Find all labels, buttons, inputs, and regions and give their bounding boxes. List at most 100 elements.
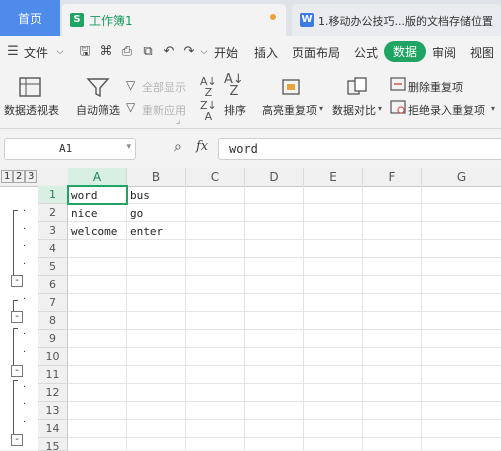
- column-header-e[interactable]: E: [304, 168, 363, 187]
- sort-icon[interactable]: A↓ Z: [224, 73, 244, 98]
- menu-page-layout[interactable]: 页面布局: [292, 44, 340, 61]
- row-header-13[interactable]: 13: [38, 402, 68, 420]
- cell-a3[interactable]: welcome: [71, 225, 117, 238]
- row-header-5[interactable]: 5: [38, 258, 68, 276]
- redo-icon[interactable]: ↷: [182, 45, 196, 59]
- collapse-group-button[interactable]: -: [11, 275, 23, 287]
- row-header-14[interactable]: 14: [38, 420, 68, 438]
- document-icon: W: [300, 13, 314, 27]
- grid-line: [68, 311, 501, 312]
- row-header-9[interactable]: 9: [38, 330, 68, 348]
- sort-ascending-icon[interactable]: A↓ Z: [200, 76, 217, 98]
- expand-icon[interactable]: ⌟: [176, 116, 180, 126]
- pivot-table-button[interactable]: 数据透视表: [4, 102, 59, 118]
- column-header-b[interactable]: B: [127, 168, 186, 187]
- highlight-dropdown-icon[interactable]: ▾: [319, 104, 323, 113]
- unsaved-dot-icon: [270, 14, 276, 20]
- outline-dot: ·: [23, 224, 27, 235]
- filter-icon[interactable]: [86, 76, 110, 98]
- tab-document[interactable]: W 1.移动办公技巧...版的文档存储位置: [292, 4, 501, 36]
- cell-b2[interactable]: go: [130, 207, 143, 220]
- row-header-7[interactable]: 7: [38, 294, 68, 312]
- select-all-corner[interactable]: [38, 168, 69, 187]
- collapse-group-button[interactable]: -: [11, 434, 23, 446]
- reject-duplicates-icon[interactable]: [390, 100, 406, 114]
- row-header-10[interactable]: 10: [38, 348, 68, 366]
- zoom-icon[interactable]: ⌕: [174, 139, 182, 155]
- name-box[interactable]: A1 ▾: [4, 138, 136, 160]
- grid-line: [68, 365, 501, 366]
- collapse-group-button[interactable]: -: [11, 365, 23, 377]
- row-header-15[interactable]: 15: [38, 438, 68, 451]
- save-icon[interactable]: 🖫: [78, 45, 92, 59]
- outline-level-2[interactable]: 2: [13, 170, 26, 183]
- cell-b1[interactable]: bus: [130, 189, 150, 202]
- grid-line: [68, 419, 501, 420]
- hamburger-icon[interactable]: ☰: [6, 45, 20, 59]
- formula-input[interactable]: word: [218, 138, 501, 160]
- row-header-2[interactable]: 2: [38, 204, 68, 222]
- data-compare-icon[interactable]: [346, 76, 368, 98]
- row-header-1[interactable]: 1: [38, 186, 68, 204]
- fx-icon[interactable]: fx: [196, 139, 208, 154]
- autofilter-button[interactable]: 自动筛选: [76, 102, 120, 118]
- column-header-d[interactable]: D: [245, 168, 304, 187]
- reject-dropdown-icon[interactable]: ▾: [491, 104, 495, 113]
- outline-level-3[interactable]: 3: [25, 170, 38, 183]
- row-header-11[interactable]: 11: [38, 366, 68, 384]
- menu-review[interactable]: 审阅: [432, 44, 456, 61]
- column-header-c[interactable]: C: [186, 168, 245, 187]
- show-all-icon: ▽: [126, 78, 136, 92]
- sort-descending-icon[interactable]: Z↓ A: [200, 100, 217, 122]
- pivot-table-icon[interactable]: [18, 76, 42, 98]
- row-header-8[interactable]: 8: [38, 312, 68, 330]
- cell-a2[interactable]: nice: [71, 207, 98, 220]
- tab-workbook[interactable]: S 工作簿1: [62, 4, 286, 36]
- remove-duplicates-icon[interactable]: [390, 77, 406, 91]
- format-painter-icon[interactable]: ⌘: [99, 45, 113, 59]
- row-header-3[interactable]: 3: [38, 222, 68, 240]
- spreadsheet-grid: A B C D E F G 1 2 3 4 5 6 7 8 9 10 11 12…: [38, 168, 501, 451]
- menu-data[interactable]: 数据: [384, 41, 427, 62]
- outline-group-bracket: [13, 328, 18, 365]
- highlight-duplicates-button[interactable]: 高亮重复项: [262, 102, 317, 118]
- row-header-12[interactable]: 12: [38, 384, 68, 402]
- highlight-duplicates-icon[interactable]: [280, 76, 302, 98]
- menu-insert[interactable]: 插入: [254, 44, 278, 61]
- more-chevron-icon[interactable]: ⌵: [197, 45, 211, 59]
- data-compare-button[interactable]: 数据对比: [332, 102, 376, 118]
- outline-dot: ·: [23, 417, 27, 428]
- outline-bar: 1 2 3 - - - - · · · · · · · · · ·: [0, 168, 39, 450]
- column-header-f[interactable]: F: [363, 168, 422, 187]
- cell-b3[interactable]: enter: [130, 225, 163, 238]
- print-preview-icon[interactable]: ⧉: [141, 45, 155, 59]
- tab-workbook-label: 工作簿1: [89, 14, 133, 28]
- formula-content: word: [229, 142, 258, 156]
- undo-icon[interactable]: ↶: [162, 45, 176, 59]
- outline-dot: ·: [23, 241, 27, 252]
- sort-button[interactable]: 排序: [224, 102, 246, 118]
- tab-home[interactable]: 首页: [0, 0, 60, 36]
- menu-view[interactable]: 视图: [470, 44, 494, 61]
- collapse-group-button[interactable]: -: [11, 311, 23, 323]
- grid-line: [421, 186, 422, 450]
- outline-level-1[interactable]: 1: [1, 170, 14, 183]
- menu-bar: ☰ 文件 ⌵ 🖫 ⌘ ⎙ ⧉ ↶ ↷ ⌵ 开始 插入 页面布局 公式 数据 审阅…: [0, 36, 501, 68]
- menu-formula[interactable]: 公式: [354, 44, 378, 61]
- compare-dropdown-icon[interactable]: ▾: [378, 104, 382, 113]
- remove-duplicates-button[interactable]: 删除重复项: [408, 79, 463, 95]
- menu-home[interactable]: 开始: [214, 44, 238, 61]
- outline-level-header: 1 2 3: [0, 168, 38, 187]
- grid-line: [68, 401, 501, 402]
- chevron-down-icon[interactable]: ⌵: [53, 45, 67, 59]
- menu-file[interactable]: 文件: [24, 44, 48, 61]
- row-header-4[interactable]: 4: [38, 240, 68, 258]
- show-all-button[interactable]: 全部显示: [142, 79, 186, 95]
- cell-a1[interactable]: word: [71, 189, 98, 202]
- row-header-6[interactable]: 6: [38, 276, 68, 294]
- reject-duplicates-button[interactable]: 拒绝录入重复项: [408, 102, 485, 118]
- column-header-g[interactable]: G: [422, 168, 501, 187]
- print-icon[interactable]: ⎙: [120, 45, 134, 59]
- grid-line: [68, 329, 501, 330]
- chevron-down-icon[interactable]: ▾: [126, 142, 131, 152]
